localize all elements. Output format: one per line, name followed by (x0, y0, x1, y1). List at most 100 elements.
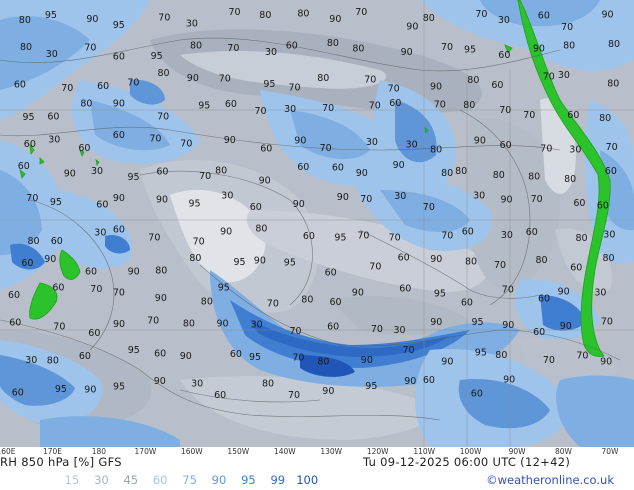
contour-label: 60 (303, 231, 315, 242)
contour-label: 80 (47, 356, 59, 367)
contour-label: 70 (434, 100, 446, 111)
contour-label: 80 (423, 13, 435, 24)
contour-label: 80 (259, 10, 271, 21)
contour-label: 60 (327, 321, 339, 332)
contour-label: 80 (317, 73, 329, 84)
contour-label: 60 (47, 111, 59, 122)
contour-label: 70 (219, 74, 231, 85)
contour-label: 70 (441, 42, 453, 53)
contour-label: 70 (148, 233, 160, 244)
contour-label: 90 (113, 319, 125, 330)
legend-value: 95 (241, 473, 256, 487)
contour-label: 70 (389, 232, 401, 243)
contour-label: 90 (430, 317, 442, 328)
contour-label: 90 (224, 135, 236, 146)
contour-label: 80 (576, 233, 588, 244)
contour-label: 70 (357, 230, 369, 241)
contour-label: 90 (155, 293, 167, 304)
contour-label: 80 (183, 318, 195, 329)
contour-label: 30 (191, 378, 203, 389)
contour-label: 95 (45, 10, 57, 21)
contour-label: 70 (157, 111, 169, 122)
contour-label: 70 (543, 72, 555, 83)
contour-label: 70 (523, 110, 535, 121)
contour-label: 95 (434, 288, 446, 299)
legend-value: 15 (64, 473, 80, 487)
contour-label: 60 (498, 50, 510, 61)
map-parameter-title: RH 850 hPa [%] GFS (0, 455, 122, 469)
contour-label: 90 (602, 10, 614, 21)
contour-label: 90 (128, 267, 140, 278)
contour-label: 90 (503, 375, 515, 386)
contour-label: 80 (441, 168, 453, 179)
contour-label: 90 (64, 169, 76, 180)
contour-label: 70 (229, 7, 241, 18)
contour-label: 60 (156, 167, 168, 178)
contour-label: 80 (201, 296, 213, 307)
rh-850-map: 80 95 90 95 70 30 70 80 80 90 70 90 80 70 30 60 70 90 80 30… (0, 0, 634, 447)
contour-label: 90 (113, 99, 125, 110)
contour-label: 60 (9, 317, 21, 328)
contour-label: 80 (301, 294, 313, 305)
contour-label: 60 (471, 389, 483, 400)
contour-label: 90 (560, 321, 572, 332)
contour-label: 30 (94, 228, 106, 239)
contour-label: 70 (388, 83, 400, 94)
contour-label: 70 (289, 83, 301, 94)
contour-label: 80 (536, 255, 548, 266)
contour-label: 60 (538, 294, 550, 305)
contour-label: 80 (495, 350, 507, 361)
contour-label: 70 (576, 351, 588, 362)
contour-label: 95 (198, 101, 210, 112)
contour-label: 80 (215, 166, 227, 177)
contour-label: 90 (600, 357, 612, 368)
legend-value: 45 (123, 473, 139, 487)
contour-label: 30 (594, 288, 606, 299)
contour-label: 95 (50, 197, 62, 208)
contour-label: 90 (404, 376, 416, 387)
contour-label: 90 (259, 175, 271, 186)
contour-label: 70 (288, 390, 300, 401)
contour-label: 70 (267, 298, 279, 309)
colorbar-legend: 15 30 45 60 75 90 95 99 100 ©weatheronline.co.uk (0, 473, 634, 489)
contour-label: 90 (430, 81, 442, 92)
contour-label: 80 (158, 68, 170, 79)
contour-label: 95 (55, 384, 67, 395)
contour-label: 60 (12, 387, 24, 398)
legend-value: 99 (270, 473, 286, 487)
contour-label: 30 (46, 49, 58, 60)
contour-label: 70 (601, 317, 613, 328)
contour-label: 80 (28, 236, 40, 247)
contour-label: 70 (561, 22, 573, 33)
contour-label: 60 (214, 390, 226, 401)
contour-label: 60 (18, 161, 30, 172)
contour-label: 90 (337, 192, 349, 203)
contour-label: 30 (48, 135, 60, 146)
contour-label: 90 (502, 320, 514, 331)
contour-label: 80 (603, 253, 615, 264)
contour-label: 90 (533, 44, 545, 55)
contour-label: 70 (90, 284, 102, 295)
contour-label: 90 (187, 73, 199, 84)
contour-label: 95 (189, 198, 201, 209)
contour-label: 95 (234, 257, 246, 268)
contour-label: 60 (96, 199, 108, 210)
contour-label: 70 (320, 143, 332, 154)
contour-label: 95 (249, 352, 261, 363)
contour-label: 70 (494, 260, 506, 271)
contour-label: 60 (113, 130, 125, 141)
contour-label: 95 (464, 45, 476, 56)
contour-label: 90 (294, 136, 306, 147)
contour-label: 60 (250, 202, 262, 213)
contour-label: 70 (369, 100, 381, 111)
contour-label: 90 (156, 194, 168, 205)
contour-label: 60 (567, 110, 579, 121)
contour-label: 30 (91, 166, 103, 177)
contour-label: 90 (44, 254, 56, 265)
contour-label: 60 (423, 375, 435, 386)
contour-label: 70 (158, 13, 170, 24)
contour-label: 30 (221, 191, 233, 202)
contour-label: 60 (399, 283, 411, 294)
contour-label: 60 (570, 262, 582, 273)
contour-label: 70 (502, 285, 514, 296)
